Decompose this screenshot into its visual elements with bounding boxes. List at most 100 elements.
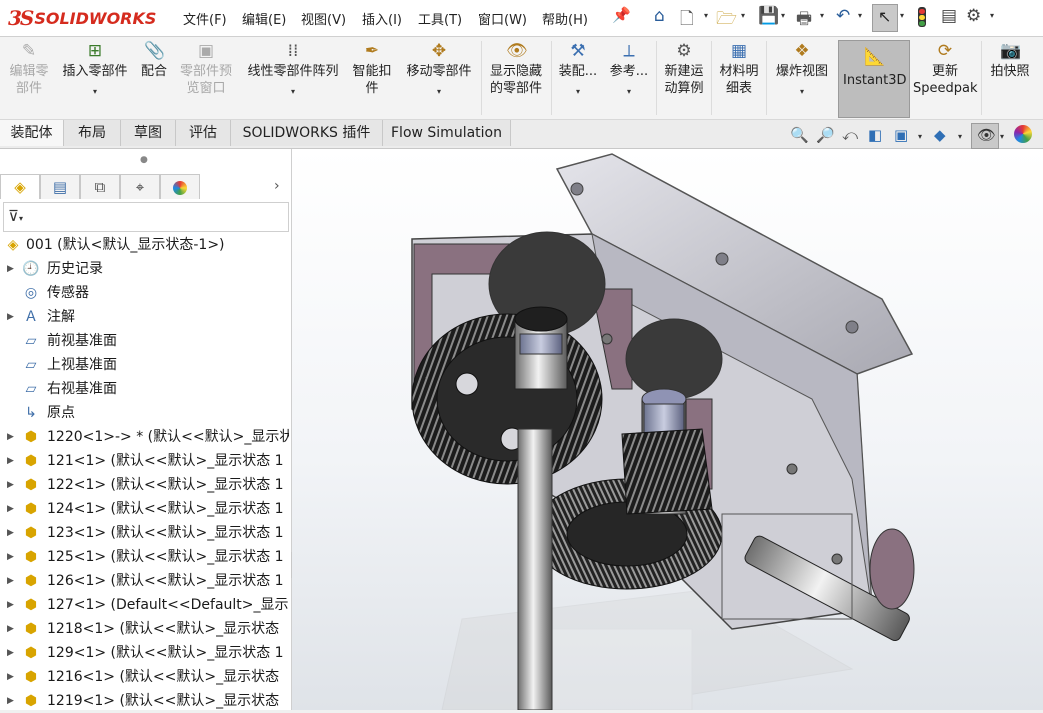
new-motion-study-button[interactable]: ⚙ 新建运 动算例 [660,41,708,97]
tree-item[interactable]: ▶ ⬢ 126<1> (默认<<默认>_显示状态 1 [0,569,289,593]
expand-arrow-icon[interactable]: ▶ [7,449,14,473]
expand-arrow-icon[interactable]: ▶ [7,545,14,569]
print-icon[interactable]: 🖶 [796,6,812,35]
tree-item[interactable]: ▶ ⬢ 1216<1> (默认<<默认>_显示状态 [0,665,289,689]
menu-insert[interactable]: 插入(I) [362,9,402,28]
chevron-down-icon[interactable]: ▾ [58,86,132,98]
assembly-features-button[interactable]: ⚒ 装配... ▾ [555,41,601,98]
tab-layout[interactable]: 布局 [64,120,121,146]
menu-help[interactable]: 帮助(H) [542,9,588,28]
expand-arrow-icon[interactable]: ▶ [7,665,14,689]
instant3d-button[interactable]: 📐 Instant3D [838,40,910,118]
chevron-down-icon[interactable]: ▾ [243,86,343,98]
panel-grip-icon[interactable]: ● [140,155,148,165]
tree-item[interactable]: ▶ ⬢ 124<1> (默认<<默认>_显示状态 1 [0,497,289,521]
home-icon[interactable]: ⌂ [654,6,665,26]
smart-fasteners-button[interactable]: ✒ 智能扣 件 [349,41,395,97]
tree-item[interactable]: ▶ Ａ 注解 [0,305,289,329]
tree-item[interactable]: ▶ ⬢ 123<1> (默认<<默认>_显示状态 1 [0,521,289,545]
expand-arrow-icon[interactable]: ▶ [7,689,14,713]
save-icon[interactable]: 💾 [758,6,779,26]
tree-item[interactable]: ▶ ⬢ 127<1> (Default<<Default>_显示 [0,593,289,617]
expand-arrow-icon[interactable]: ▶ [7,425,14,449]
tree-item[interactable]: ▶ ⬢ 1220<1>-> * (默认<<默认>_显示状 [0,425,289,449]
gearbox-3d-model[interactable] [292,149,1043,710]
solidworks-logo[interactable]: 3S SOLIDWORKS [8,6,156,30]
chevron-down-icon[interactable]: ▾ [741,11,745,20]
tree-item[interactable]: ▱ 右视基准面 [0,377,289,401]
menu-view[interactable]: 视图(V) [301,9,346,28]
chevron-down-icon[interactable]: ▾ [770,86,834,98]
chevron-right-icon[interactable]: › [274,178,280,194]
tree-item[interactable]: ↳ 原点 [0,401,289,425]
graphics-area[interactable] [292,149,1043,710]
tree-filter[interactable]: ⊽▾ [3,202,289,232]
reference-geometry-button[interactable]: ⟂ 参考... ▾ [606,41,652,98]
view-orientation-icon[interactable]: ▣ [894,126,908,144]
chevron-down-icon[interactable]: ▾ [1000,132,1004,141]
chevron-down-icon[interactable]: ▾ [401,86,477,98]
insert-component-button[interactable]: ⊞ 插入零部件 ▾ [58,41,132,98]
chevron-down-icon[interactable]: ▾ [900,11,904,20]
show-hidden-components-button[interactable]: 👁 显示隐藏 的零部件 [485,41,547,97]
chevron-down-icon[interactable]: ▾ [858,11,862,20]
featuremanager-tab[interactable]: ◈ [0,174,40,199]
display-style-icon[interactable]: ◆ [934,126,946,144]
tab-solidworks-addins[interactable]: SOLIDWORKS 插件 [231,120,383,146]
chevron-down-icon[interactable]: ▾ [820,11,824,20]
open-file-icon[interactable]: 🗁 [716,6,737,35]
expand-arrow-icon[interactable]: ▶ [7,497,14,521]
tab-evaluate[interactable]: 评估 [176,120,231,146]
tree-item[interactable]: ▶ ⬢ 122<1> (默认<<默认>_显示状态 1 [0,473,289,497]
bill-of-materials-button[interactable]: ▦ 材料明 细表 [715,41,763,97]
expand-arrow-icon[interactable]: ▶ [7,641,14,665]
chevron-down-icon[interactable]: ▾ [704,11,708,20]
tree-item[interactable]: ▱ 上视基准面 [0,353,289,377]
displaymanager-tab[interactable] [160,174,200,199]
tree-item[interactable]: ▱ 前视基准面 [0,329,289,353]
menu-edit[interactable]: 编辑(E) [242,9,286,28]
chevron-down-icon[interactable]: ▾ [555,86,601,98]
rebuild-traffic-light-icon[interactable] [918,7,926,27]
expand-arrow-icon[interactable]: ▶ [7,305,14,329]
hide-show-items-button[interactable]: 👁 [971,123,999,149]
chevron-down-icon[interactable]: ▾ [918,132,922,141]
propertymanager-tab[interactable]: ▤ [40,174,80,199]
exploded-view-button[interactable]: ❖ 爆炸视图 ▾ [770,41,834,98]
expand-arrow-icon[interactable]: ▶ [7,521,14,545]
appearance-icon[interactable] [1014,125,1032,143]
menu-file[interactable]: 文件(F) [183,9,227,28]
expand-arrow-icon[interactable]: ▶ [7,617,14,641]
tree-item[interactable]: ◎ 传感器 [0,281,289,305]
tree-item[interactable]: ▶ 🕘 历史记录 [0,257,289,281]
mate-button[interactable]: 📎 配合 [136,41,172,80]
tree-item[interactable]: ▶ ⬢ 125<1> (默认<<默认>_显示状态 1 [0,545,289,569]
tab-sketch[interactable]: 草图 [121,120,176,146]
menu-tools[interactable]: 工具(T) [418,9,462,28]
tree-root-assembly[interactable]: ◈ 001 (默认<默认_显示状态-1>) [0,233,289,257]
expand-arrow-icon[interactable]: ▶ [7,593,14,617]
select-button[interactable]: ↖ [872,4,898,32]
pin-icon[interactable]: 📌 [612,6,631,24]
expand-arrow-icon[interactable]: ▶ [7,257,14,281]
tree-item[interactable]: ▶ ⬢ 129<1> (默认<<默认>_显示状态 1 [0,641,289,665]
zoom-to-fit-icon[interactable]: 🔍 [790,126,809,144]
tree-item[interactable]: ▶ ⬢ 1218<1> (默认<<默认>_显示状态 [0,617,289,641]
expand-arrow-icon[interactable]: ▶ [7,569,14,593]
move-component-button[interactable]: ✥ 移动零部件 ▾ [401,41,477,98]
update-speedpak-button[interactable]: ⟳ 更新 Speedpak [913,41,978,97]
chevron-down-icon[interactable]: ▾ [958,132,962,141]
take-snapshot-button[interactable]: 📷 拍快照 [985,41,1035,80]
undo-icon[interactable]: ↶ [836,6,850,26]
expand-arrow-icon[interactable]: ▶ [7,473,14,497]
chevron-down-icon[interactable]: ▾ [990,11,994,20]
tab-assembly[interactable]: 装配体 [0,120,64,146]
tree-item[interactable]: ▶ ⬢ 1219<1> (默认<<默认>_显示状态 [0,689,289,713]
section-view-icon[interactable]: ◧ [868,126,882,144]
previous-view-icon[interactable]: ⤺ [842,126,858,144]
options-gear-icon[interactable]: ⚙ [966,6,981,26]
tab-flow-simulation[interactable]: Flow Simulation [383,120,511,146]
new-file-icon[interactable]: 🗋 [680,6,694,35]
edit-component-button[interactable]: ✎ 编辑零 部件 [4,41,54,97]
tree-item[interactable]: ▶ ⬢ 121<1> (默认<<默认>_显示状态 1 [0,449,289,473]
